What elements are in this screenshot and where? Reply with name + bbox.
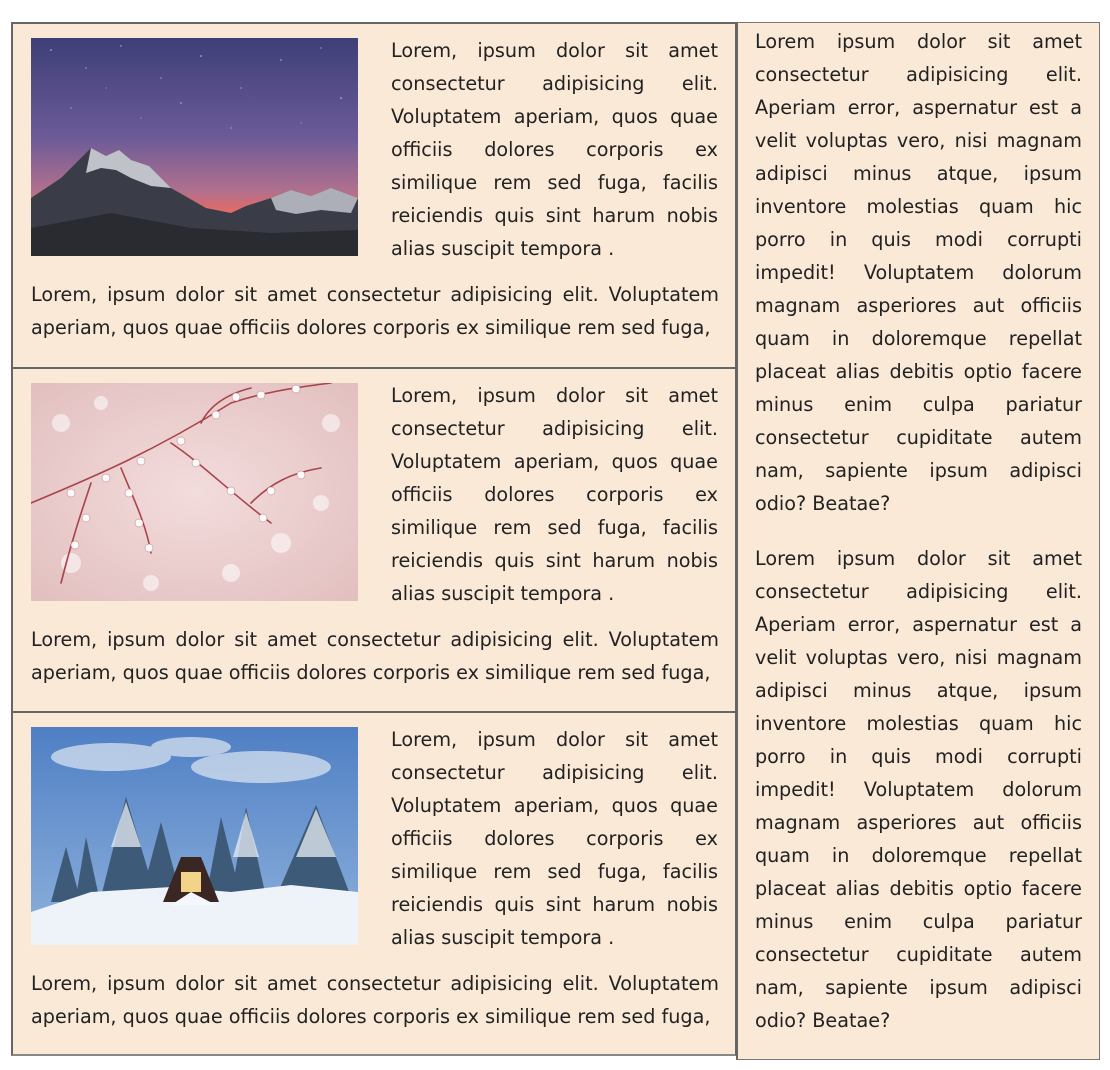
card-side-text: Lorem, ipsum dolor sit amet consectetur …: [391, 383, 718, 605]
mountain-image: [31, 38, 358, 256]
sidebar-paragraph: Lorem ipsum dolor sit amet consectetur a…: [755, 547, 1082, 1032]
article-card: Lorem, ipsum dolor sit amet consectetur …: [11, 366, 736, 712]
main-column: Lorem, ipsum dolor sit amet consectetur …: [11, 22, 736, 1056]
card-full-text: Lorem, ipsum dolor sit amet consectetur …: [31, 627, 719, 684]
card-top-row: Lorem, ipsum dolor sit amet consectetur …: [31, 36, 718, 260]
card-top-row: Lorem, ipsum dolor sit amet consectetur …: [31, 725, 718, 949]
sidebar-paragraph: Lorem ipsum dolor sit amet consectetur a…: [755, 30, 1082, 515]
article-card: Lorem, ipsum dolor sit amet consectetur …: [11, 22, 736, 367]
card-top-row: Lorem, ipsum dolor sit amet consectetur …: [31, 381, 718, 605]
article-card: Lorem, ipsum dolor sit amet consectetur …: [11, 711, 736, 1056]
snowy-cabin-image: [31, 727, 358, 946]
card-full-text: Lorem, ipsum dolor sit amet consectetur …: [31, 283, 719, 339]
card-side-text: Lorem, ipsum dolor sit amet consectetur …: [391, 39, 718, 260]
blossom-image: [31, 382, 358, 601]
card-side-text: Lorem, ipsum dolor sit amet consectetur …: [391, 728, 718, 950]
sidebar: Lorem ipsum dolor sit amet consectetur a…: [736, 22, 1100, 1060]
card-full-text: Lorem, ipsum dolor sit amet consectetur …: [31, 972, 719, 1029]
page-layout: Lorem, ipsum dolor sit amet consectetur …: [11, 22, 1100, 1060]
